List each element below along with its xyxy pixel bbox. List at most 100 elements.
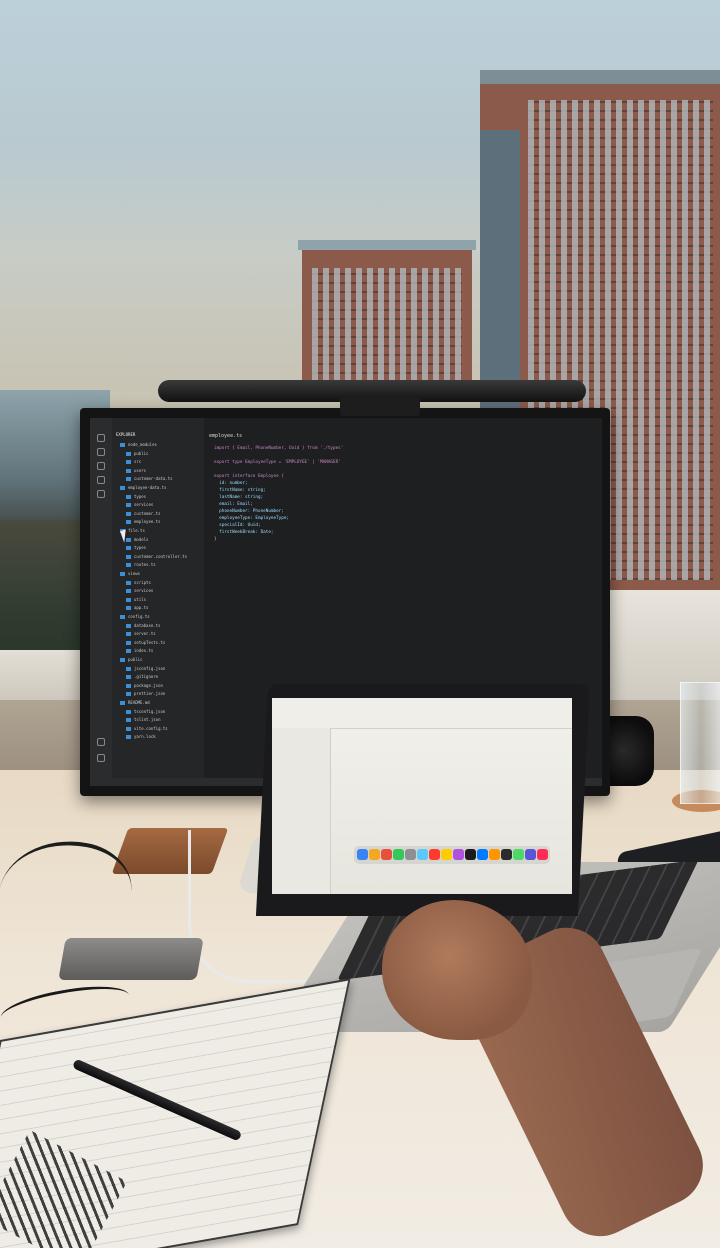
tree-item[interactable]: database.ts [126,623,161,629]
tree-item[interactable]: vite.config.ts [126,726,168,732]
tree-item-label: customer.controller.ts [134,553,187,559]
tree-item[interactable]: customer.controller.ts [126,554,187,560]
tree-item-label: customer-data.ts [134,476,173,482]
account-icon[interactable] [97,738,105,746]
tree-item[interactable]: jsconfig.json [126,666,165,672]
source-control-icon[interactable] [97,462,105,470]
tree-item[interactable]: yarn.lock [126,734,156,740]
dock-app-icon[interactable] [357,849,368,860]
code-line: import { Email, PhoneNumber, Uuid } from… [214,446,344,451]
tree-item[interactable]: tslint.json [126,717,161,723]
files-icon[interactable] [97,434,105,442]
explorer-header: EXPLORER [116,432,136,437]
dock-app-icon[interactable] [369,849,380,860]
dock-app-icon[interactable] [405,849,416,860]
finder-sidebar [272,728,331,894]
file-icon [126,451,131,456]
tree-item[interactable]: customer.ts [126,511,161,517]
file-icon [126,683,131,688]
tree-item-label: yarn.lock [134,734,156,740]
hand [382,900,532,1040]
tree-item[interactable]: types [126,494,146,500]
code-line: employeeType: EmployeeType; [214,516,290,521]
file-icon [126,580,131,585]
file-icon [120,615,125,619]
file-icon [126,692,131,697]
tree-item[interactable]: scripts [126,580,151,586]
usb-hub [58,938,204,980]
tree-item-label: .gitignore [134,674,159,680]
dock-app-icon[interactable] [465,849,476,860]
tree-item-label: types [134,545,147,551]
dock-app-icon[interactable] [381,849,392,860]
dock-app-icon[interactable] [429,849,440,860]
dock-app-icon[interactable] [441,849,452,860]
dock-app-icon[interactable] [501,849,512,860]
dock-app-icon[interactable] [513,849,524,860]
search-icon[interactable] [97,448,105,456]
dock-app-icon[interactable] [417,849,428,860]
file-icon [126,468,131,473]
run-icon[interactable] [97,476,105,484]
tree-item-label: services [134,588,154,594]
tree-item-label: users [134,467,147,473]
file-icon [126,718,131,723]
tree-item[interactable]: views [120,571,140,577]
file-icon [126,460,131,465]
tree-item-label: app.ts [134,605,149,611]
tree-item-label: models [134,536,149,542]
tree-item[interactable]: README.md [120,700,150,706]
dock-app-icon[interactable] [453,849,464,860]
tree-item[interactable]: setupTests.ts [126,640,165,646]
tree-item[interactable]: tsconfig.json [126,709,165,715]
tree-item[interactable]: services [126,502,153,508]
file-icon [120,572,125,576]
editor-tab[interactable]: employee.ts [204,430,248,442]
dock-app-icon[interactable] [489,849,500,860]
tree-item[interactable]: prettier.json [126,691,165,697]
dock-app-icon[interactable] [525,849,536,860]
dock-app-icon[interactable] [537,849,548,860]
tree-item-label: public [128,657,143,662]
tree-item-label: services [134,502,154,508]
tree-item-label: tsconfig.json [134,708,166,714]
tree-item[interactable]: public [120,657,142,663]
tree-item[interactable]: users [126,468,146,474]
file-icon [126,649,131,654]
tree-item[interactable]: server.ts [126,631,156,637]
tree-item[interactable]: app.ts [126,605,148,611]
file-icon [126,477,131,482]
code-line: export interface Employee { [214,474,284,479]
tree-item[interactable]: index.ts [126,648,153,654]
tree-item[interactable]: package.json [126,683,163,689]
tree-item[interactable]: types [126,545,146,551]
tree-item-label: employee.ts [134,519,161,525]
tree-item[interactable]: config.ts [120,614,150,620]
tree-item[interactable]: services [126,588,153,594]
gear-icon[interactable] [97,754,105,762]
tree-item[interactable]: routes.ts [126,562,156,568]
tree-item-label: file.ts [128,528,145,533]
tree-item[interactable]: customer-data.ts [126,476,173,482]
tree-item[interactable]: public [126,451,148,457]
tree-item[interactable]: node_modules [120,442,157,448]
tree-item[interactable]: employee.ts [126,519,161,525]
tree-item[interactable]: src [126,459,141,465]
tree-item-label: prettier.json [134,691,166,697]
dock-app-icon[interactable] [393,849,404,860]
dock-app-icon[interactable] [477,849,488,860]
file-icon [120,443,125,447]
tree-item[interactable]: .gitignore [126,674,158,680]
extensions-icon[interactable] [97,490,105,498]
dock [354,846,550,864]
tree-item[interactable]: utils [126,597,146,603]
water-glass [680,682,720,804]
file-icon [126,597,131,602]
file-icon [126,606,131,611]
code-line: firstName: string; [214,488,266,493]
tree-item[interactable]: employee-data.ts [120,485,167,491]
file-icon [126,554,131,559]
file-icon [126,623,131,628]
file-icon [126,494,131,499]
code-line: lastName: string; [214,495,264,500]
